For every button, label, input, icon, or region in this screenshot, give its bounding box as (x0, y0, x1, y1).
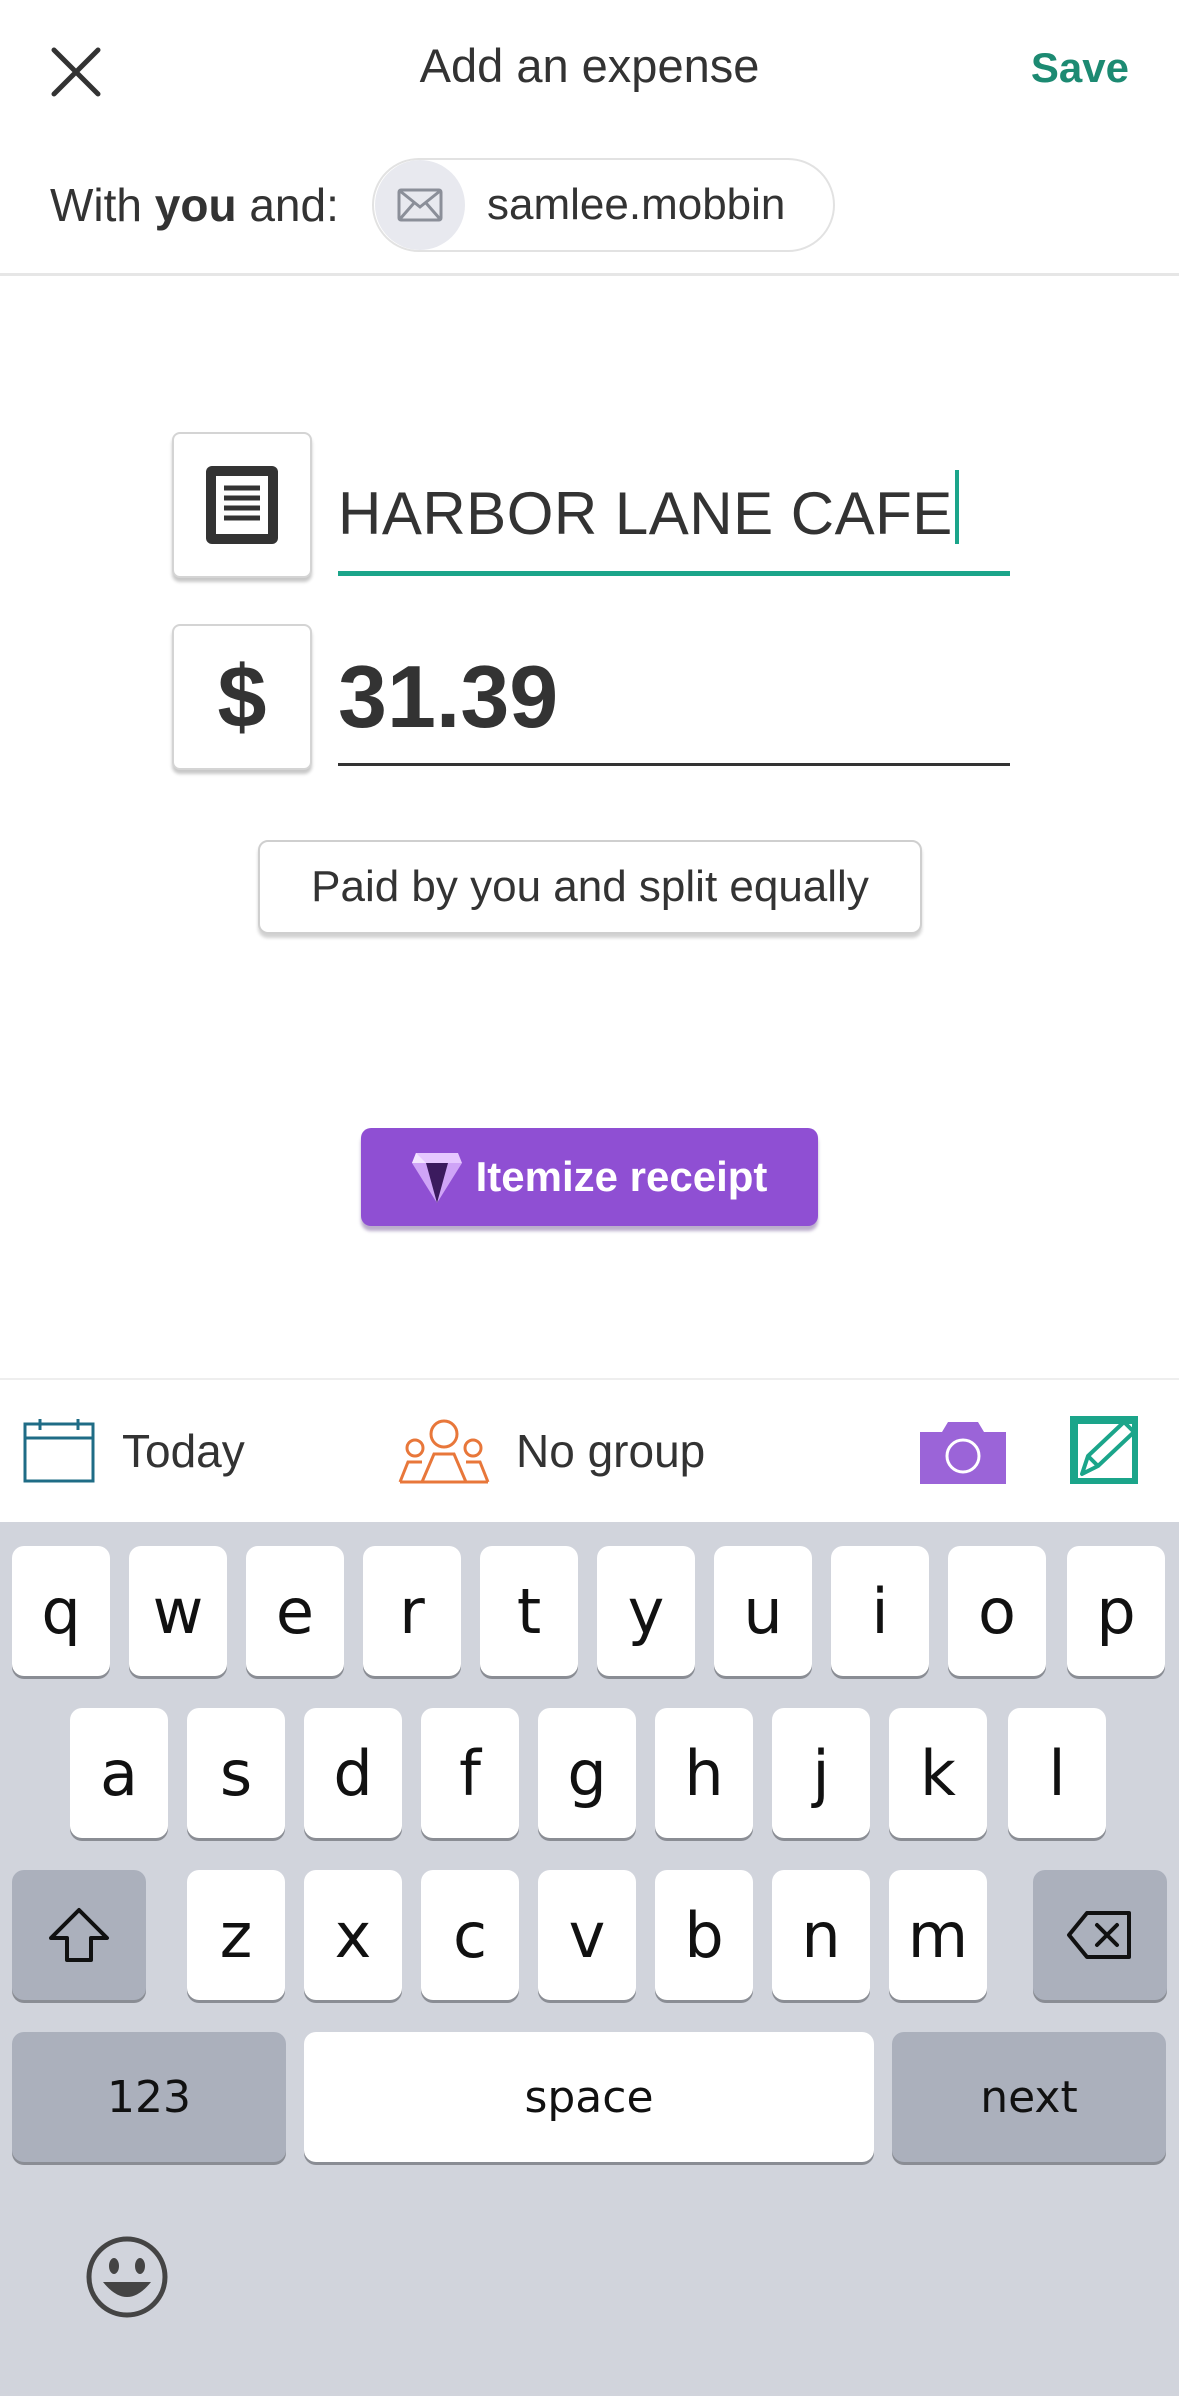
key-p[interactable]: p (1067, 1546, 1165, 1676)
amount-value: 31.39 (338, 647, 559, 746)
backspace-icon (1067, 1911, 1131, 1959)
participant-chip[interactable]: samlee.mobbin (372, 158, 836, 252)
key-h[interactable]: h (655, 1708, 753, 1838)
envelope-icon (397, 188, 443, 222)
key-t[interactable]: t (480, 1546, 578, 1676)
space-key[interactable]: space (304, 2032, 874, 2162)
shift-icon (49, 1908, 109, 1962)
date-label: Today (122, 1425, 245, 1477)
itemize-receipt-label: Itemize receipt (475, 1153, 768, 1200)
key-f[interactable]: f (421, 1708, 519, 1838)
calendar-icon (23, 1419, 95, 1483)
key-s[interactable]: s (187, 1708, 285, 1838)
key-l[interactable]: l (1008, 1708, 1106, 1838)
receipt-icon (206, 466, 278, 544)
description-value: HARBOR LANE CAFE (338, 470, 959, 548)
key-j[interactable]: j (772, 1708, 870, 1838)
currency-symbol: $ (217, 647, 267, 746)
next-key[interactable]: next (892, 2032, 1166, 2162)
notes-button[interactable] (1068, 1414, 1140, 1486)
key-e[interactable]: e (246, 1546, 344, 1676)
group-button[interactable]: No group (398, 1418, 705, 1484)
numbers-key[interactable]: 123 (12, 2032, 286, 2162)
emoji-button[interactable] (84, 2234, 170, 2320)
save-button[interactable]: Save (1031, 44, 1129, 92)
group-label: No group (516, 1425, 706, 1477)
itemize-receipt-button[interactable]: Itemize receipt (361, 1128, 818, 1226)
camera-button[interactable] (920, 1418, 1006, 1484)
key-c[interactable]: c (421, 1870, 519, 2000)
expense-toolbar: Today No group (0, 1378, 1179, 1522)
gem-icon (411, 1153, 462, 1203)
page-title: Add an expense (419, 39, 760, 92)
amount-input[interactable]: 31.39 (338, 628, 1010, 766)
keyboard: q w e r t y u i o p a s d f g h j k l z … (0, 1522, 1179, 2396)
emoji-icon (86, 2236, 168, 2318)
key-b[interactable]: b (655, 1870, 753, 2000)
key-z[interactable]: z (187, 1870, 285, 2000)
key-a[interactable]: a (70, 1708, 168, 1838)
camera-icon (920, 1422, 1006, 1484)
key-i[interactable]: i (831, 1546, 929, 1676)
currency-button[interactable]: $ (172, 624, 312, 770)
split-options-button[interactable]: Paid by you and split equally (258, 840, 922, 934)
edit-note-icon (1070, 1416, 1138, 1484)
key-w[interactable]: w (129, 1546, 227, 1676)
header: Add an expense Save (0, 0, 1179, 140)
key-n[interactable]: n (772, 1870, 870, 2000)
group-icon (398, 1419, 490, 1484)
participant-name: samlee.mobbin (487, 180, 786, 229)
key-o[interactable]: o (948, 1546, 1046, 1676)
key-d[interactable]: d (304, 1708, 402, 1838)
participants-row: With you and: samlee.mobbin (0, 140, 1179, 276)
participant-avatar (375, 160, 465, 250)
key-k[interactable]: k (889, 1708, 987, 1838)
backspace-key[interactable] (1033, 1870, 1167, 2000)
participants-label: With you and: (50, 179, 339, 231)
category-button[interactable] (172, 432, 312, 578)
key-x[interactable]: x (304, 1870, 402, 2000)
key-u[interactable]: u (714, 1546, 812, 1676)
key-g[interactable]: g (538, 1708, 636, 1838)
key-q[interactable]: q (12, 1546, 110, 1676)
text-caret (954, 470, 959, 544)
date-button[interactable]: Today (22, 1418, 245, 1484)
description-input[interactable]: HARBOR LANE CAFE (338, 440, 1010, 576)
key-v[interactable]: v (538, 1870, 636, 2000)
key-m[interactable]: m (889, 1870, 987, 2000)
key-y[interactable]: y (597, 1546, 695, 1676)
shift-key[interactable] (12, 1870, 146, 2000)
key-r[interactable]: r (363, 1546, 461, 1676)
